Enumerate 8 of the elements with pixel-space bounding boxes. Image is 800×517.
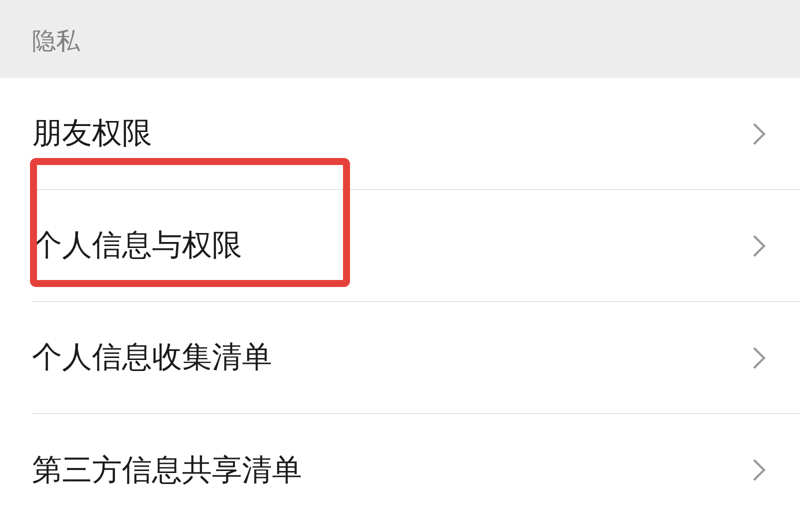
chevron-right-icon [752, 346, 766, 370]
item-label: 朋友权限 [32, 115, 152, 153]
chevron-right-icon [752, 122, 766, 146]
item-label: 第三方信息共享清单 [32, 452, 302, 490]
chevron-right-icon [752, 458, 766, 482]
item-label: 个人信息收集清单 [32, 339, 272, 377]
section-header: 隐私 [32, 26, 80, 57]
chevron-right-icon [752, 234, 766, 258]
